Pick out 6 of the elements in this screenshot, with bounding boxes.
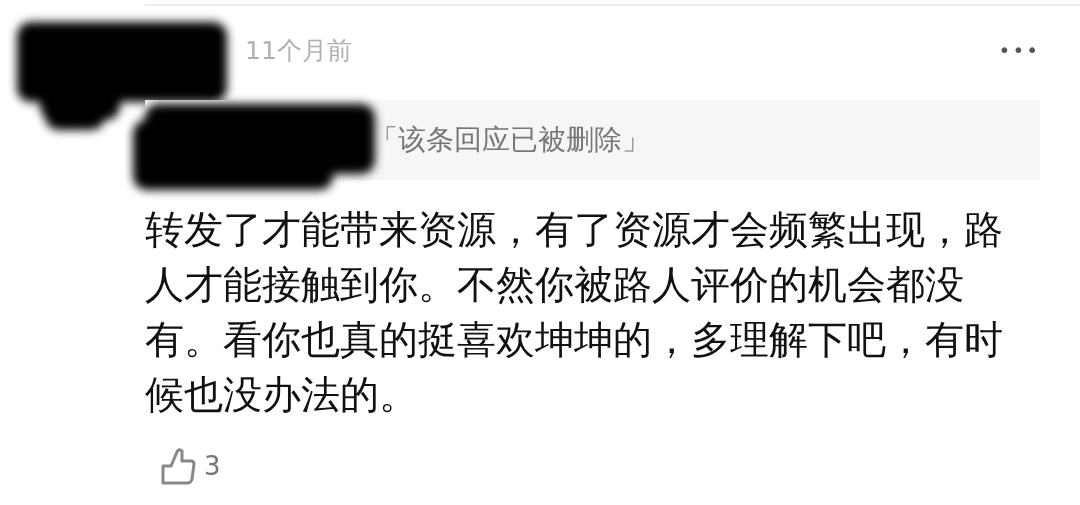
timestamp: 11个月前 — [245, 34, 352, 67]
like-count: 3 — [204, 451, 221, 481]
quote-text: 「该条回应已被删除」 — [370, 122, 650, 158]
more-options-icon[interactable]: ••• — [998, 38, 1040, 62]
thumbs-up-icon[interactable] — [160, 446, 196, 486]
comment-text: 转发了才能带来资源，有了资源才会频繁出现，路人才能接触到你。不然你被路人评价的机会都没有。看你也真的挺喜欢坤坤的，多理解下吧，有时候也没办法的。 — [145, 206, 1004, 419]
